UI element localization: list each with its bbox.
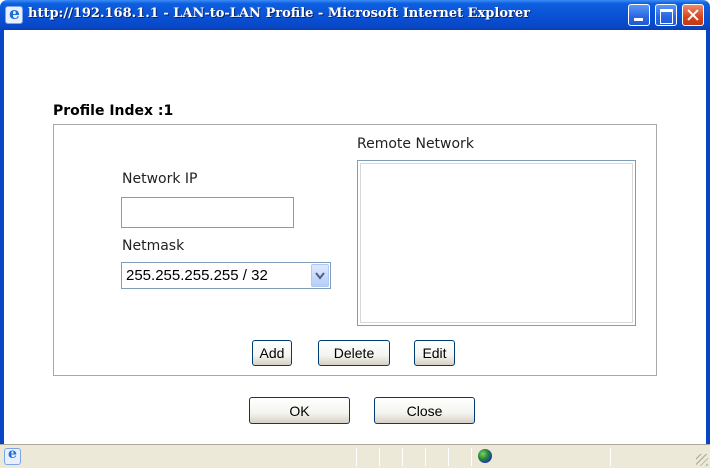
status-divider <box>402 448 403 466</box>
network-ip-label: Network IP <box>122 171 198 187</box>
status-bar <box>0 444 710 468</box>
status-divider <box>610 448 611 466</box>
remote-network-list[interactable] <box>357 160 636 326</box>
status-divider <box>356 448 357 466</box>
close-button[interactable]: Close <box>374 397 475 424</box>
netmask-select[interactable]: 255.255.255.255 / 32 <box>121 262 331 289</box>
ie-page-icon <box>4 446 21 465</box>
close-window-button[interactable] <box>682 4 704 26</box>
minimize-button[interactable] <box>628 4 650 26</box>
internet-zone-icon <box>478 449 492 463</box>
ie-icon <box>5 4 23 24</box>
remote-network-label: Remote Network <box>357 136 474 152</box>
maximize-button[interactable] <box>655 4 677 26</box>
chevron-down-icon <box>315 272 325 280</box>
ok-button[interactable]: OK <box>249 397 350 424</box>
add-button[interactable]: Add <box>252 340 292 366</box>
window-frame-right <box>706 30 710 444</box>
profile-index-heading: Profile Index :1 <box>53 103 174 119</box>
status-divider <box>448 448 449 466</box>
status-divider <box>471 448 472 466</box>
network-ip-input[interactable] <box>121 197 294 228</box>
delete-button[interactable]: Delete <box>318 340 390 366</box>
window-frame-left <box>0 30 4 444</box>
dropdown-arrow-button[interactable] <box>311 264 329 287</box>
resize-grip[interactable] <box>696 454 708 466</box>
status-divider <box>379 448 380 466</box>
status-divider <box>425 448 426 466</box>
window-titlebar[interactable]: http://192.168.1.1 - LAN-to-LAN Profile … <box>0 0 710 30</box>
netmask-selected-value: 255.255.255.255 / 32 <box>126 267 268 284</box>
edit-button[interactable]: Edit <box>414 340 455 366</box>
netmask-label: Netmask <box>122 238 185 254</box>
window-title: http://192.168.1.1 - LAN-to-LAN Profile … <box>28 6 530 21</box>
